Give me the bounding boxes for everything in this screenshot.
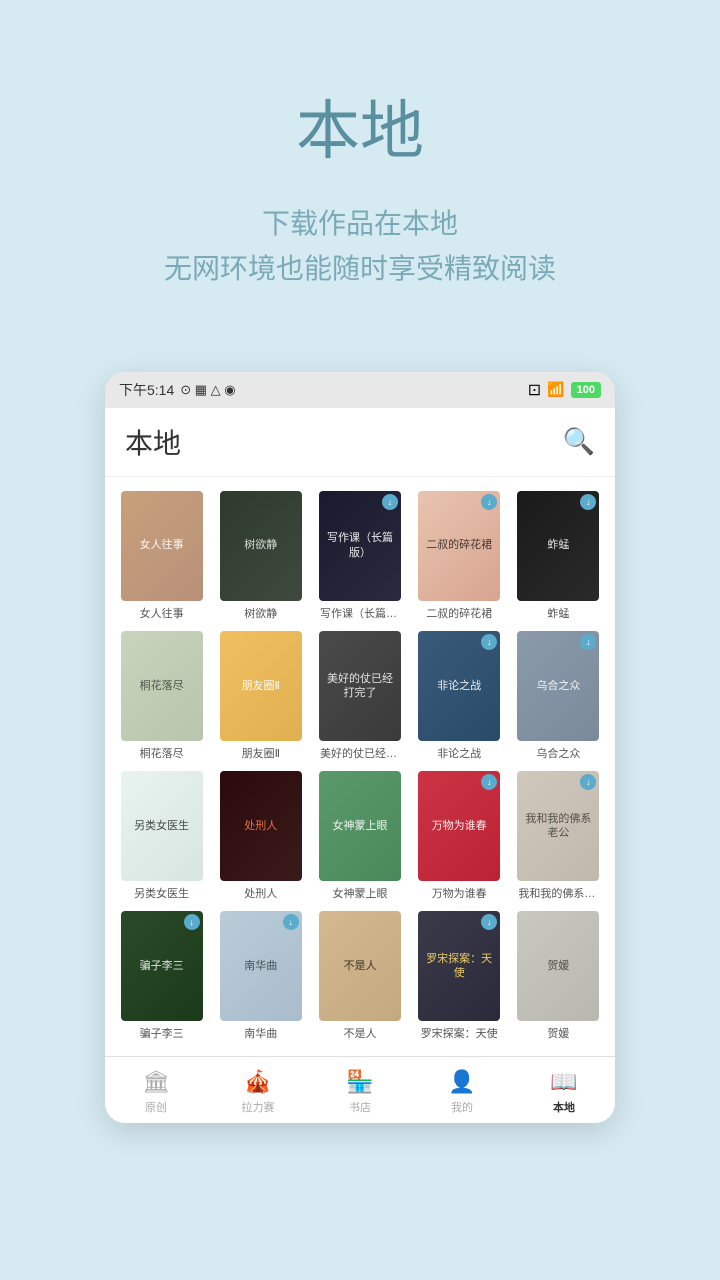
book-item[interactable]: ↓我和我的佛系老公我和我的佛系老公: [514, 771, 603, 901]
book-item[interactable]: ↓非论之战非论之战: [415, 631, 504, 761]
nav-label-本地: 本地: [553, 1099, 575, 1115]
book-badge: ↓: [481, 634, 497, 650]
nav-icon-书店: 🏪: [346, 1069, 373, 1095]
book-item[interactable]: ↓二叔的碎花裙二叔的碎花裙: [415, 491, 504, 621]
search-button[interactable]: 🔍: [563, 426, 595, 457]
battery-indicator: 100: [571, 382, 601, 398]
book-title: 女神蒙上眼: [332, 887, 387, 901]
book-title: 女人往事: [140, 607, 184, 621]
app-header: 本地 🔍: [105, 408, 615, 477]
hero-subtitle: 下载作品在本地 无网环境也能随时享受精致阅读: [164, 202, 556, 292]
book-item[interactable]: ↓万物为谁春万物为谁春: [415, 771, 504, 901]
book-title: 罗宋探案：天使: [421, 1027, 498, 1041]
hero-subtitle-line2: 无网环境也能随时享受精致阅读: [164, 253, 556, 284]
nav-icon-拉力赛: 🎪: [244, 1069, 271, 1095]
book-item[interactable]: ↓罗宋探案：天使罗宋探案：天使: [415, 911, 504, 1041]
hero-title: 本地: [296, 80, 424, 172]
book-item[interactable]: 女人往事女人往事: [117, 491, 206, 621]
book-badge: ↓: [580, 494, 596, 510]
book-item[interactable]: 树欲静树欲静: [216, 491, 305, 621]
book-title: 南华曲: [244, 1027, 277, 1041]
book-badge: ↓: [481, 494, 497, 510]
book-item[interactable]: 朋友圈Ⅱ 朋友圈Ⅱ: [216, 631, 305, 761]
book-item[interactable]: ↓南华曲南华曲: [216, 911, 305, 1041]
nav-item-书店[interactable]: 🏪 书店: [309, 1065, 411, 1119]
book-cover-text: 美好的仗已经打完了: [319, 631, 401, 741]
hero-subtitle-line1: 下载作品在本地: [262, 208, 458, 239]
book-cover-text: 朋友圈Ⅱ: [220, 631, 302, 741]
book-item[interactable]: ↓蚱蜢蚱蜢: [514, 491, 603, 621]
book-title: 另类女医生: [134, 887, 189, 901]
nav-icon-原创: 🏛: [142, 1069, 170, 1095]
book-title: 我和我的佛系老公: [518, 887, 598, 901]
book-title: 骗子李三: [140, 1027, 184, 1041]
book-cover-text: 女神蒙上眼: [319, 771, 401, 881]
book-badge: ↓: [184, 914, 200, 930]
book-item[interactable]: 处刑人处刑人: [216, 771, 305, 901]
status-left: 下午5:14 ⊙ ▦ △ ◉: [119, 380, 236, 400]
book-title: 非论之战: [437, 747, 481, 761]
book-cover-text: 树欲静: [220, 491, 302, 601]
status-icons: ⊙ ▦ △ ◉: [180, 382, 235, 398]
nav-item-原创[interactable]: 🏛 原创: [105, 1065, 207, 1119]
book-title: 桐花落尽: [140, 747, 184, 761]
book-title: 万物为谁春: [432, 887, 487, 901]
book-title: 写作课（长篇版）: [320, 607, 400, 621]
book-title: 朋友圈Ⅱ: [242, 747, 280, 761]
book-item[interactable]: 美好的仗已经打完了美好的仗已经打完了: [315, 631, 404, 761]
status-bar: 下午5:14 ⊙ ▦ △ ◉ ⊡ 📶 100: [105, 372, 615, 408]
screenshot-icon: ⊡: [528, 380, 541, 400]
book-cover-text: 另类女医生: [121, 771, 203, 881]
nav-label-原创: 原创: [145, 1099, 167, 1115]
nav-label-我的: 我的: [451, 1099, 473, 1115]
book-title: 蚱蜢: [547, 607, 569, 621]
book-title: 二叔的碎花裙: [426, 607, 492, 621]
book-cover-text: 不是人: [319, 911, 401, 1021]
book-title: 贺媛: [547, 1027, 569, 1041]
book-item[interactable]: 贺媛贺媛: [514, 911, 603, 1041]
book-item[interactable]: ↓乌合之众乌合之众: [514, 631, 603, 761]
book-title: 美好的仗已经打完了: [320, 747, 400, 761]
book-cover-text: 贺媛: [517, 911, 599, 1021]
book-title: 树欲静: [244, 607, 277, 621]
hero-section: 本地 下载作品在本地 无网环境也能随时享受精致阅读: [0, 0, 720, 332]
book-item[interactable]: ↓骗子李三骗子李三: [117, 911, 206, 1041]
nav-item-拉力赛[interactable]: 🎪 拉力赛: [207, 1065, 309, 1119]
book-item[interactable]: ↓写作课（长篇版）写作课（长篇版）: [315, 491, 404, 621]
nav-icon-本地: 📖: [550, 1069, 577, 1095]
book-item[interactable]: 不是人不是人: [315, 911, 404, 1041]
book-item[interactable]: 另类女医生另类女医生: [117, 771, 206, 901]
nav-label-书店: 书店: [349, 1099, 371, 1115]
nav-item-我的[interactable]: 👤 我的: [411, 1065, 513, 1119]
book-title: 乌合之众: [536, 747, 580, 761]
status-time: 下午5:14: [119, 380, 174, 400]
status-right: ⊡ 📶 100: [528, 380, 601, 400]
nav-item-本地[interactable]: 📖 本地: [513, 1065, 615, 1119]
book-cover-text: 桐花落尽: [121, 631, 203, 741]
phone-mockup: 下午5:14 ⊙ ▦ △ ◉ ⊡ 📶 100 本地 🔍 女人往事女人往事树欲静树…: [105, 372, 615, 1123]
nav-label-拉力赛: 拉力赛: [242, 1099, 275, 1115]
app-header-title: 本地: [125, 422, 181, 462]
book-item[interactable]: 桐花落尽桐花落尽: [117, 631, 206, 761]
book-title: 不是人: [343, 1027, 376, 1041]
book-badge: ↓: [382, 494, 398, 510]
bottom-nav: 🏛 原创 🎪 拉力赛 🏪 书店 👤 我的 📖 本地: [105, 1056, 615, 1123]
book-item[interactable]: 女神蒙上眼女神蒙上眼: [315, 771, 404, 901]
book-cover-text: 女人往事: [121, 491, 203, 601]
book-cover-text: 处刑人: [220, 771, 302, 881]
book-grid: 女人往事女人往事树欲静树欲静↓写作课（长篇版）写作课（长篇版）↓二叔的碎花裙二叔…: [105, 477, 615, 1056]
nav-icon-我的: 👤: [448, 1069, 475, 1095]
wifi-icon: 📶: [547, 381, 564, 398]
book-title: 处刑人: [244, 887, 277, 901]
